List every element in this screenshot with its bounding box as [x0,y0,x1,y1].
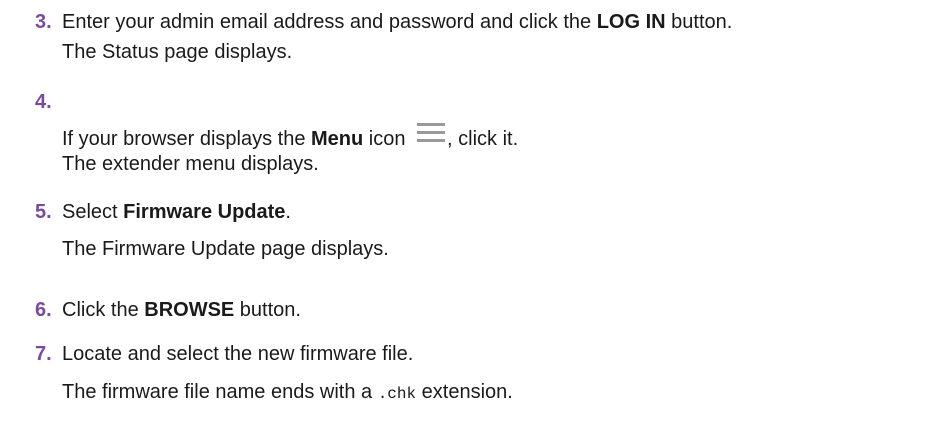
step-result: The extender menu displays. [62,153,319,175]
instruction-text: Select [62,201,124,223]
instruction-text: Click the [62,299,145,321]
instruction-text: extension. [416,381,513,403]
ui-term-firmware-update: Firmware Update [123,201,286,223]
step-number: 7. [35,343,52,365]
file-extension-code: .chk [377,385,417,403]
instruction-text: , click it. [447,128,519,150]
ui-term-menu: Menu [311,128,364,150]
step-number: 6. [35,299,52,321]
instruction-text: button. [234,299,301,321]
step-instruction: Enter your admin email address and passw… [62,10,732,34]
step-instruction: Select Firmware Update. [62,200,291,224]
step-result: The Firmware Update page displays. [62,238,389,260]
step-instruction: If your browser displays the Menu icon ,… [62,123,518,151]
step-instruction: Click the BROWSE button. [62,298,301,322]
ui-term-browse: BROWSE [144,299,235,321]
instruction-text: The firmware file name ends with a [62,381,378,403]
step-result: The firmware file name ends with a .chk … [62,380,513,406]
ui-term-log-in: LOG IN [596,11,666,33]
step-number: 5. [35,201,52,223]
instruction-text: Enter your admin email address and passw… [62,11,597,33]
instruction-text: . [285,201,291,223]
step-instruction: Locate and select the new firmware file. [62,343,414,365]
step-result: The Status page displays. [62,41,293,63]
hamburger-menu-icon [417,123,446,143]
instruction-text: icon [363,128,412,150]
instruction-text: button. [665,11,733,33]
step-number: 4. [35,91,52,113]
instruction-text: If your browser displays the [62,128,311,150]
step-number: 3. [35,11,52,33]
